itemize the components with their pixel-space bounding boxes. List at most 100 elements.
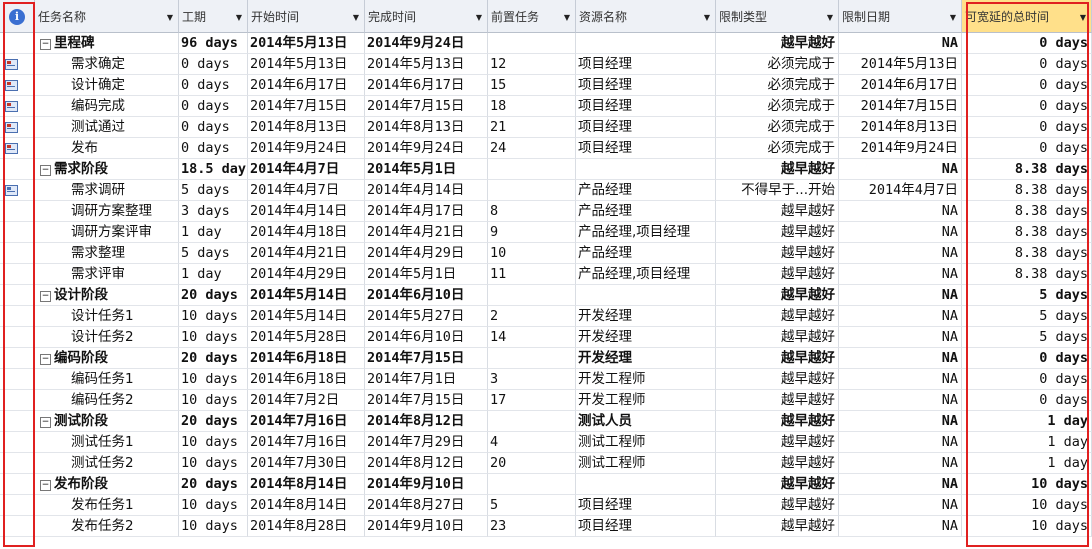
start-cell[interactable]: 2014年7月2日 xyxy=(248,390,365,411)
duration-cell[interactable]: 0 days xyxy=(179,75,248,96)
constraint-date-cell[interactable]: NA xyxy=(839,516,962,537)
resources-cell[interactable]: 开发经理 xyxy=(576,348,716,369)
finish-cell[interactable]: 2014年5月1日 xyxy=(365,159,488,180)
constraint-type-cell[interactable]: 必须完成于 xyxy=(716,117,839,138)
constraint-date-cell[interactable]: NA xyxy=(839,306,962,327)
constraint-type-cell[interactable]: 越早越好 xyxy=(716,201,839,222)
task-row[interactable]: 发布 0 days 2014年9月24日 2014年9月24日 24 项目经理 必须完成于 2… xyxy=(0,138,1092,159)
duration-cell[interactable]: 10 days xyxy=(179,516,248,537)
start-cell[interactable]: 2014年5月14日 xyxy=(248,306,365,327)
predecessors-cell[interactable]: 20 xyxy=(488,453,576,474)
filter-dropdown-icon[interactable]: ▼ xyxy=(950,13,956,22)
start-cell[interactable]: 2014年7月16日 xyxy=(248,411,365,432)
resources-cell[interactable] xyxy=(576,285,716,306)
start-cell[interactable]: 2014年6月18日 xyxy=(248,369,365,390)
resources-cell[interactable]: 产品经理,项目经理 xyxy=(576,264,716,285)
total-slack-cell[interactable]: 10 days xyxy=(962,495,1092,516)
constraint-type-cell[interactable]: 不得早于...开始 xyxy=(716,180,839,201)
duration-cell[interactable]: 10 days xyxy=(179,327,248,348)
collapse-toggle-icon[interactable]: − xyxy=(40,291,51,302)
predecessors-cell[interactable]: 21 xyxy=(488,117,576,138)
finish-cell[interactable]: 2014年4月21日 xyxy=(365,222,488,243)
predecessors-cell[interactable] xyxy=(488,33,576,54)
constraint-type-cell[interactable]: 越早越好 xyxy=(716,390,839,411)
task-name-cell[interactable]: 调研方案评审 xyxy=(35,222,179,243)
constraint-type-cell[interactable]: 越早越好 xyxy=(716,327,839,348)
constraint-date-cell[interactable]: NA xyxy=(839,369,962,390)
total-slack-cell[interactable]: 1 day xyxy=(962,411,1092,432)
total-slack-cell[interactable]: 10 days xyxy=(962,474,1092,495)
collapse-toggle-icon[interactable]: − xyxy=(40,39,51,50)
resources-cell[interactable]: 项目经理 xyxy=(576,75,716,96)
predecessors-cell[interactable] xyxy=(488,411,576,432)
predecessors-cell[interactable]: 17 xyxy=(488,390,576,411)
indicator-cell[interactable] xyxy=(0,432,35,453)
total-slack-cell[interactable]: 1 day xyxy=(962,432,1092,453)
predecessors-cell[interactable]: 18 xyxy=(488,96,576,117)
predecessors-cell[interactable] xyxy=(488,159,576,180)
collapse-toggle-icon[interactable]: − xyxy=(40,165,51,176)
start-cell[interactable]: 2014年8月13日 xyxy=(248,117,365,138)
indicator-cell[interactable] xyxy=(0,474,35,495)
finish-cell[interactable]: 2014年7月1日 xyxy=(365,369,488,390)
constraint-type-cell[interactable]: 越早越好 xyxy=(716,474,839,495)
resources-cell[interactable]: 产品经理,项目经理 xyxy=(576,222,716,243)
constraint-date-cell[interactable]: NA xyxy=(839,327,962,348)
collapse-toggle-icon[interactable]: − xyxy=(40,480,51,491)
duration-cell[interactable]: 20 days xyxy=(179,285,248,306)
task-row[interactable]: 编码任务2 10 days 2014年7月2日 2014年7月15日 17 开发工程师 越早… xyxy=(0,390,1092,411)
constraint-type-cell[interactable]: 越早越好 xyxy=(716,411,839,432)
task-row[interactable]: 编码任务1 10 days 2014年6月18日 2014年7月1日 3 开发工程师 越早越… xyxy=(0,369,1092,390)
duration-cell[interactable]: 10 days xyxy=(179,369,248,390)
indicator-cell[interactable] xyxy=(0,327,35,348)
filter-dropdown-icon[interactable]: ▼ xyxy=(827,13,833,22)
finish-cell[interactable]: 2014年8月27日 xyxy=(365,495,488,516)
constraint-date-cell[interactable]: 2014年8月13日 xyxy=(839,117,962,138)
indicator-cell[interactable] xyxy=(0,495,35,516)
column-header-indicators[interactable]: i xyxy=(0,0,35,33)
task-row[interactable]: 设计任务1 10 days 2014年5月14日 2014年5月27日 2 开发经理 越早越… xyxy=(0,306,1092,327)
constraint-date-cell[interactable]: NA xyxy=(839,33,962,54)
task-name-cell[interactable]: 测试任务2 xyxy=(35,453,179,474)
task-name-cell[interactable]: − 测试阶段 xyxy=(35,411,179,432)
task-row[interactable]: 设计确定 0 days 2014年6月17日 2014年6月17日 15 项目经理 必须完成… xyxy=(0,75,1092,96)
predecessors-cell[interactable]: 23 xyxy=(488,516,576,537)
duration-cell[interactable]: 0 days xyxy=(179,117,248,138)
constraint-type-cell[interactable]: 必须完成于 xyxy=(716,54,839,75)
duration-cell[interactable]: 20 days xyxy=(179,411,248,432)
predecessors-cell[interactable]: 3 xyxy=(488,369,576,390)
constraint-type-cell[interactable]: 越早越好 xyxy=(716,159,839,180)
column-header-total-slack[interactable]: 可宽延的总时间 ▼ xyxy=(962,0,1092,33)
predecessors-cell[interactable]: 5 xyxy=(488,495,576,516)
predecessors-cell[interactable]: 11 xyxy=(488,264,576,285)
predecessors-cell[interactable]: 12 xyxy=(488,54,576,75)
summary-task-row[interactable]: − 里程碑 96 days 2014年5月13日 2014年9月24日 越早越好 NA 0 d… xyxy=(0,33,1092,54)
finish-cell[interactable]: 2014年4月14日 xyxy=(365,180,488,201)
total-slack-cell[interactable]: 0 days xyxy=(962,117,1092,138)
constraint-type-cell[interactable]: 越早越好 xyxy=(716,495,839,516)
finish-cell[interactable]: 2014年5月1日 xyxy=(365,264,488,285)
constraint-type-cell[interactable]: 越早越好 xyxy=(716,432,839,453)
column-header-predecessors[interactable]: 前置任务 ▼ xyxy=(488,0,576,33)
total-slack-cell[interactable]: 1 day xyxy=(962,453,1092,474)
start-cell[interactable]: 2014年5月13日 xyxy=(248,54,365,75)
predecessors-cell[interactable]: 2 xyxy=(488,306,576,327)
duration-cell[interactable]: 18.5 days xyxy=(179,159,248,180)
start-cell[interactable]: 2014年7月15日 xyxy=(248,96,365,117)
duration-cell[interactable]: 20 days xyxy=(179,474,248,495)
finish-cell[interactable]: 2014年5月27日 xyxy=(365,306,488,327)
filter-dropdown-icon[interactable]: ▼ xyxy=(353,13,359,22)
filter-dropdown-icon[interactable]: ▼ xyxy=(704,13,710,22)
indicator-cell[interactable] xyxy=(0,369,35,390)
finish-cell[interactable]: 2014年6月10日 xyxy=(365,285,488,306)
resources-cell[interactable]: 项目经理 xyxy=(576,516,716,537)
duration-cell[interactable]: 96 days xyxy=(179,33,248,54)
task-row[interactable]: 需求评审 1 day 2014年4月29日 2014年5月1日 11 产品经理,项目经理 越… xyxy=(0,264,1092,285)
total-slack-cell[interactable]: 10 days xyxy=(962,516,1092,537)
finish-cell[interactable]: 2014年9月10日 xyxy=(365,516,488,537)
indicator-cell[interactable] xyxy=(0,54,35,75)
task-name-cell[interactable]: 编码任务2 xyxy=(35,390,179,411)
start-cell[interactable]: 2014年7月30日 xyxy=(248,453,365,474)
constraint-date-cell[interactable]: NA xyxy=(839,495,962,516)
task-row[interactable]: 测试通过 0 days 2014年8月13日 2014年8月13日 21 项目经理 必须完成… xyxy=(0,117,1092,138)
